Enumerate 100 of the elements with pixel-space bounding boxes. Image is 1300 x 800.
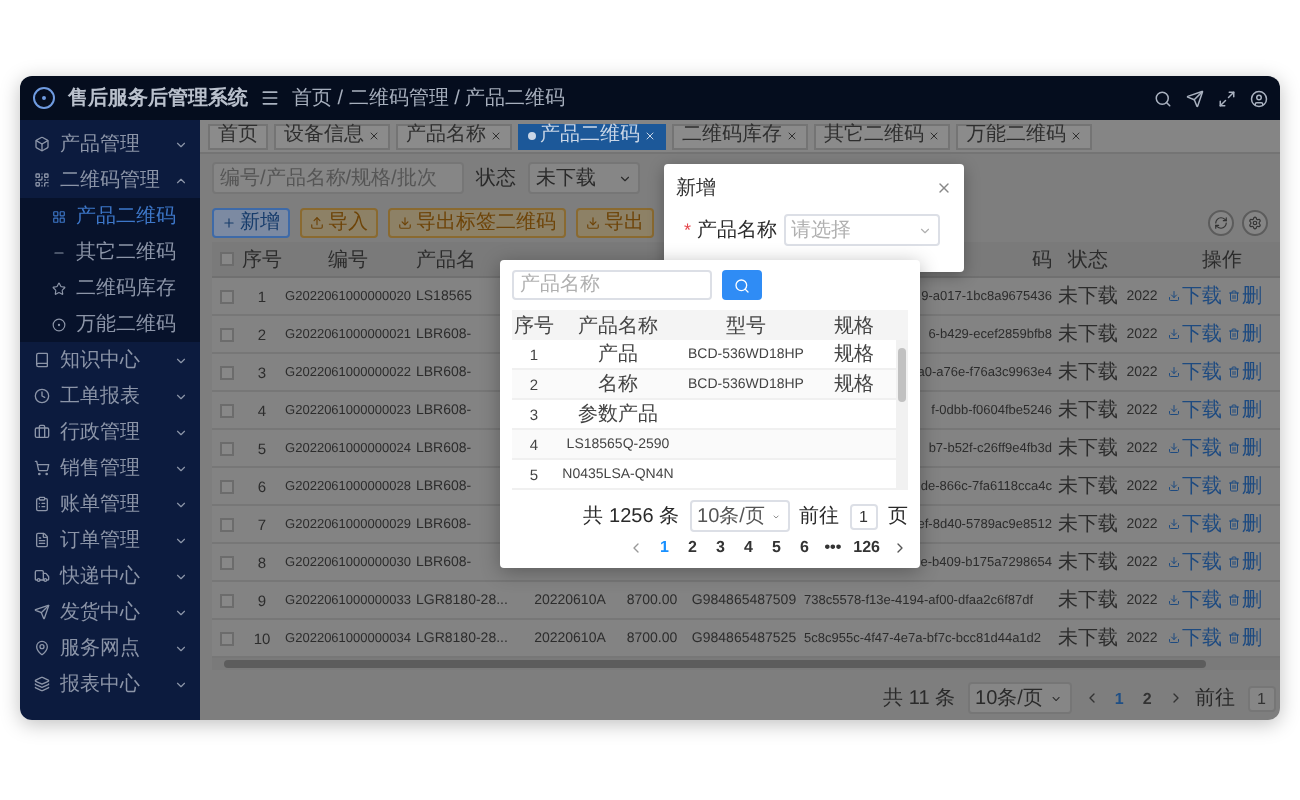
row-checkbox[interactable]: [219, 517, 233, 531]
toolbar-button[interactable]: 导入: [300, 207, 378, 237]
delete-link[interactable]: 删: [1228, 548, 1262, 576]
toolbar-button[interactable]: 导出: [576, 207, 654, 237]
delete-link[interactable]: 删: [1228, 358, 1262, 386]
download-link[interactable]: 下载: [1168, 282, 1222, 310]
download-link[interactable]: 下载: [1168, 624, 1222, 652]
sidebar-item[interactable]: 服务网点: [20, 630, 200, 666]
status-select[interactable]: 未下载: [528, 162, 640, 194]
row-checkbox[interactable]: [219, 289, 233, 303]
sidebar-item[interactable]: 知识中心: [20, 342, 200, 378]
download-link[interactable]: 下载: [1168, 548, 1222, 576]
tab[interactable]: 首页: [208, 123, 268, 149]
page-number[interactable]: •••: [824, 538, 842, 556]
tab[interactable]: 产品名称: [396, 123, 512, 149]
tab[interactable]: 其它二维码: [814, 123, 950, 149]
sidebar-item[interactable]: 工单报表: [20, 378, 200, 414]
download-link[interactable]: 下载: [1168, 358, 1222, 386]
toolbar-button[interactable]: 导出标签二维码: [388, 207, 566, 237]
page-number[interactable]: 6: [796, 538, 813, 556]
sidebar-subitem[interactable]: 万能二维码: [20, 306, 200, 342]
page-number[interactable]: 4: [740, 538, 757, 556]
sidebar-item[interactable]: 产品管理: [20, 126, 200, 162]
column-header: 产品名称: [578, 313, 658, 339]
delete-link[interactable]: 删: [1228, 472, 1262, 500]
page-size-select[interactable]: 10条/页: [967, 682, 1072, 714]
page-number[interactable]: 126: [853, 538, 880, 556]
tab[interactable]: 设备信息: [274, 123, 390, 149]
close-icon: [368, 130, 380, 142]
download-link[interactable]: 下载: [1168, 434, 1222, 462]
goto-field[interactable]: 1: [849, 503, 878, 529]
product-select[interactable]: 请选择: [783, 214, 940, 246]
toolbar-button[interactable]: 新增: [212, 207, 290, 237]
qr-code-icon: [34, 172, 50, 188]
page-number[interactable]: 5: [768, 538, 785, 556]
download-icon: [1168, 290, 1180, 302]
close-icon[interactable]: [936, 180, 952, 196]
download-link[interactable]: 下载: [1168, 472, 1222, 500]
delete-link[interactable]: 删: [1228, 282, 1262, 310]
delete-link[interactable]: 删: [1228, 320, 1262, 348]
trash-icon: [1228, 632, 1240, 644]
row-checkbox[interactable]: [219, 593, 233, 607]
row-checkbox[interactable]: [219, 403, 233, 417]
sidebar-subitem[interactable]: 二维码库存: [20, 270, 200, 306]
page-size-select[interactable]: 10条/页: [689, 500, 790, 532]
row-checkbox[interactable]: [219, 479, 233, 493]
page-number[interactable]: 2: [684, 538, 701, 556]
download-link[interactable]: 下载: [1168, 510, 1222, 538]
sidebar-subitem[interactable]: 其它二维码: [20, 234, 200, 270]
fullscreen-icon[interactable]: [1218, 89, 1236, 107]
download-icon: [1168, 556, 1180, 568]
sidebar-subitem[interactable]: 产品二维码: [20, 198, 200, 234]
sidebar-item[interactable]: 行政管理: [20, 414, 200, 450]
next-page-icon[interactable]: [892, 539, 908, 555]
page-number[interactable]: 1: [656, 538, 673, 556]
app-title: 售后服务后管理系统: [68, 85, 248, 112]
search-button[interactable]: [722, 270, 762, 300]
delete-link[interactable]: 删: [1228, 434, 1262, 462]
tab[interactable]: 二维码库存: [672, 123, 808, 149]
row-checkbox[interactable]: [219, 441, 233, 455]
tab[interactable]: 产品二维码: [518, 123, 666, 149]
settings-button[interactable]: [1242, 209, 1268, 235]
page-number[interactable]: 2: [1139, 689, 1156, 707]
sidebar-item[interactable]: 销售管理: [20, 450, 200, 486]
sidebar-item[interactable]: 二维码管理: [20, 162, 200, 198]
tab[interactable]: 万能二维码: [956, 123, 1092, 149]
sidebar-item[interactable]: 订单管理: [20, 522, 200, 558]
download-link[interactable]: 下载: [1168, 320, 1222, 348]
dialog-title: 新增: [676, 175, 716, 202]
search-icon[interactable]: [1154, 89, 1172, 107]
row-checkbox[interactable]: [219, 327, 233, 341]
download-link[interactable]: 下载: [1168, 396, 1222, 424]
briefcase-icon: [34, 424, 50, 440]
refresh-button[interactable]: [1208, 209, 1234, 235]
chevron-down-icon: [174, 461, 188, 475]
delete-link[interactable]: 删: [1228, 624, 1262, 652]
breadcrumb[interactable]: 首页 / 二维码管理 / 产品二维码: [292, 84, 566, 112]
column-header: 产品名: [414, 247, 478, 273]
download-link[interactable]: 下载: [1168, 586, 1222, 614]
send-icon[interactable]: [1186, 89, 1204, 107]
page-number[interactable]: 3: [712, 538, 729, 556]
delete-link[interactable]: 删: [1228, 396, 1262, 424]
delete-link[interactable]: 删: [1228, 586, 1262, 614]
delete-link[interactable]: 删: [1228, 510, 1262, 538]
row-checkbox[interactable]: [219, 631, 233, 645]
column-header: 操作: [1200, 247, 1244, 273]
user-icon[interactable]: [1250, 89, 1268, 107]
sidebar-item[interactable]: 快递中心: [20, 558, 200, 594]
sidebar-item[interactable]: 发货中心: [20, 594, 200, 630]
sidebar-item[interactable]: 账单管理: [20, 486, 200, 522]
scrollbar-thumb[interactable]: [898, 348, 906, 402]
row-checkbox[interactable]: [219, 365, 233, 379]
menu-icon: [260, 88, 280, 108]
status-label: 状态: [476, 165, 516, 192]
clipboard-icon: [34, 496, 50, 512]
header-checkbox[interactable]: [219, 252, 233, 266]
page-number[interactable]: 1: [1111, 689, 1128, 707]
goto-field[interactable]: 1: [1247, 685, 1276, 711]
sidebar-item[interactable]: 报表中心: [20, 666, 200, 702]
row-checkbox[interactable]: [219, 555, 233, 569]
